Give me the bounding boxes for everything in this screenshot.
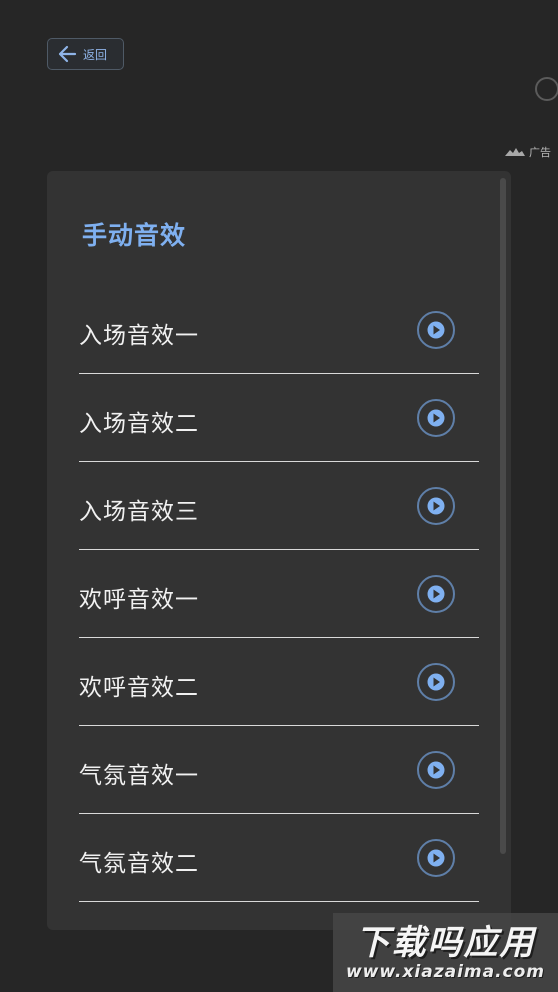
list-item[interactable]: 气氛音效一 xyxy=(79,726,479,814)
back-button[interactable]: 返回 xyxy=(47,38,124,70)
back-label: 返回 xyxy=(83,47,108,62)
arrow-left-icon xyxy=(57,45,77,63)
site-watermark: 下载吗应用 www.xiazaima.com xyxy=(333,913,558,992)
play-icon xyxy=(427,585,445,603)
panel-scrollbar[interactable] xyxy=(500,178,506,854)
panel-title: 手动音效 xyxy=(82,221,187,250)
watermark-url: www.xiazaima.com xyxy=(345,961,546,982)
list-item[interactable]: 欢呼音效二 xyxy=(79,638,479,726)
play-button[interactable] xyxy=(417,399,455,437)
watermark-title: 下载吗应用 xyxy=(355,922,536,963)
play-icon xyxy=(427,849,445,867)
play-button[interactable] xyxy=(417,663,455,701)
play-icon xyxy=(427,321,445,339)
sound-label: 入场音效二 xyxy=(79,411,199,437)
play-icon xyxy=(427,497,445,515)
list-item[interactable]: 入场音效二 xyxy=(79,374,479,462)
sound-label: 气氛音效二 xyxy=(79,851,199,877)
play-button[interactable] xyxy=(417,839,455,877)
sound-label: 入场音效一 xyxy=(79,323,199,349)
list-item[interactable]: 欢呼音效一 xyxy=(79,550,479,638)
play-icon xyxy=(427,673,445,691)
sound-label: 欢呼音效一 xyxy=(79,587,199,613)
floating-circle-button[interactable] xyxy=(535,77,558,101)
sound-label: 气氛音效一 xyxy=(79,763,199,789)
list-item[interactable]: 入场音效一 xyxy=(79,286,479,374)
list-item[interactable]: 气氛音效二 xyxy=(79,814,479,902)
sound-label: 欢呼音效二 xyxy=(79,675,199,701)
play-icon xyxy=(427,761,445,779)
ad-label: 广告 xyxy=(529,146,551,159)
play-button[interactable] xyxy=(417,311,455,349)
list-item[interactable]: 入场音效三 xyxy=(79,462,479,550)
play-button[interactable] xyxy=(417,487,455,525)
sound-effects-list: 入场音效一 入场音效二 入场音效三 欢呼音效一 欢呼音效二 气氛音效一 气氛音效… xyxy=(79,286,479,902)
sound-label: 入场音效三 xyxy=(79,499,199,525)
ad-badge[interactable]: 广告 xyxy=(505,144,551,160)
play-icon xyxy=(427,409,445,427)
play-button[interactable] xyxy=(417,751,455,789)
play-button[interactable] xyxy=(417,575,455,613)
ad-logo-icon xyxy=(505,147,525,157)
